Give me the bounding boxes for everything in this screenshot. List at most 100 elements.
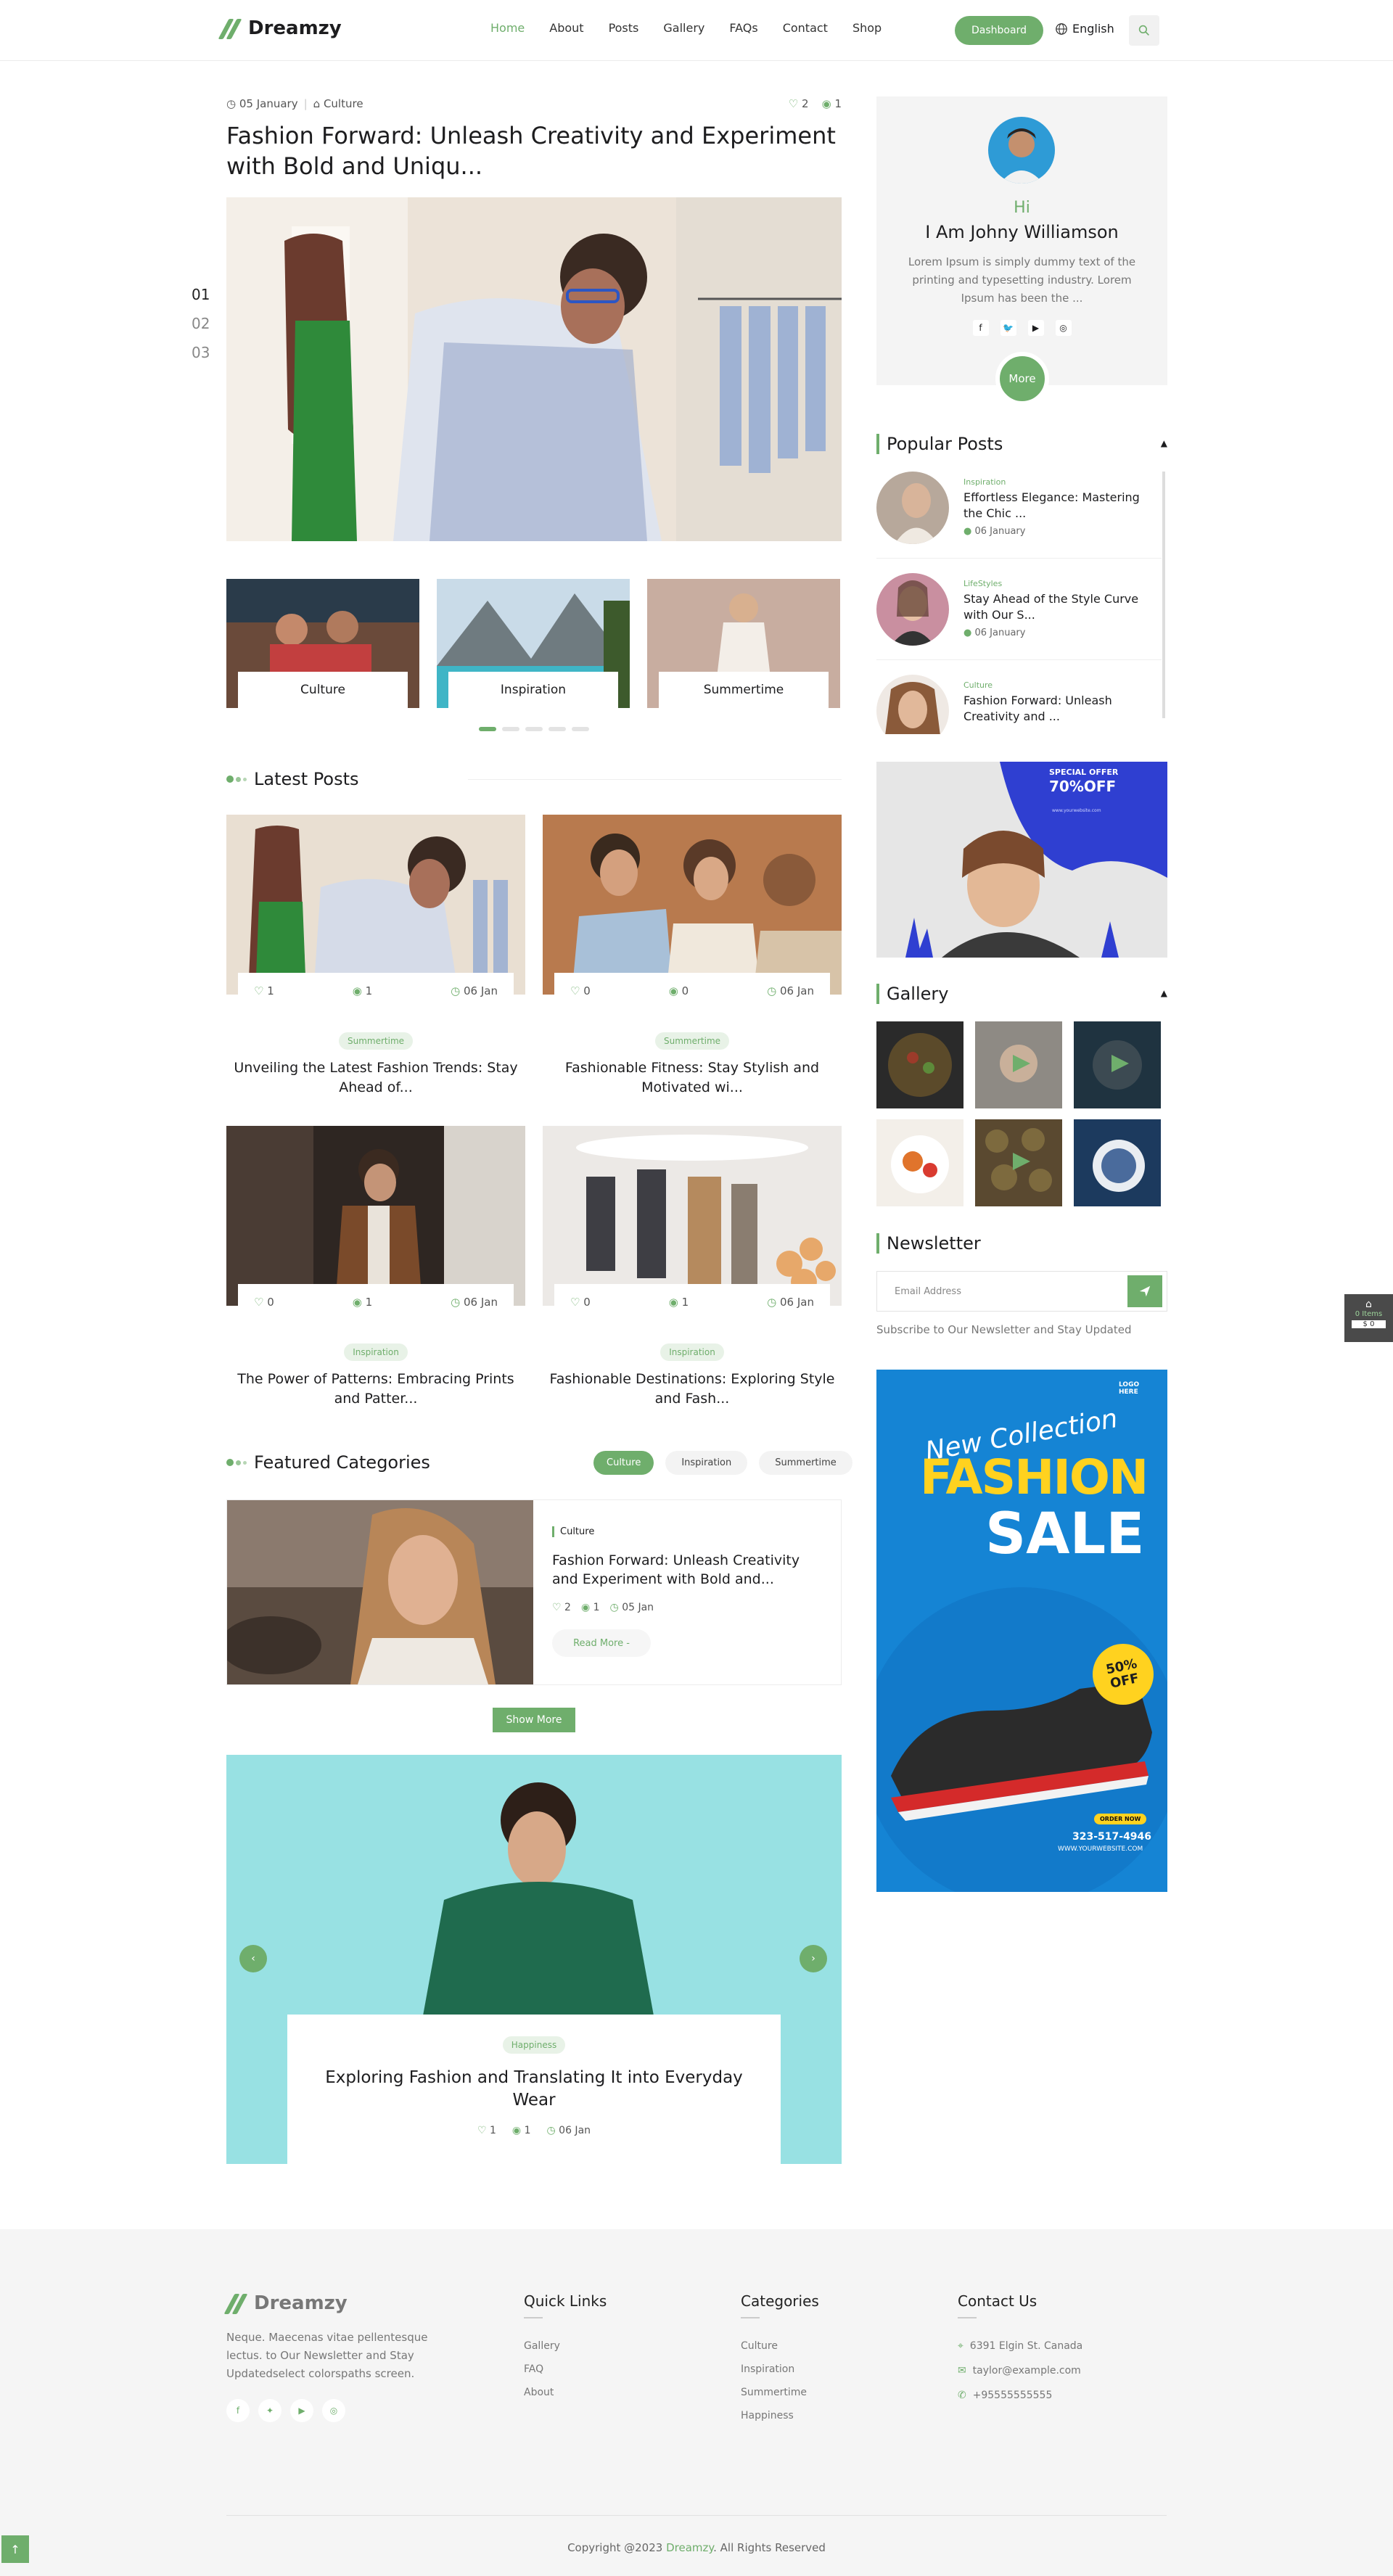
popular-post-category[interactable]: LifeStyles (963, 579, 1162, 588)
tab-culture[interactable]: Culture (593, 1451, 654, 1475)
featured-post[interactable]: Culture Fashion Forward: Unleash Creativ… (226, 1499, 842, 1685)
hero-category[interactable]: Culture (324, 97, 363, 110)
post-card[interactable]: ♡ 0 ◉ 1 ◷ 06 Jan Inspiration The Power of … (226, 1126, 525, 1407)
twitter-icon[interactable]: 🐦 (1000, 320, 1016, 336)
banner-prev-button[interactable]: ‹ (239, 1945, 267, 1972)
post-image[interactable] (226, 815, 525, 995)
banner-tag[interactable]: Happiness (502, 2036, 566, 2054)
footer-link[interactable]: FAQ (524, 2363, 607, 2375)
nav-item-faqs[interactable]: FAQs (729, 21, 757, 35)
featured-banner[interactable]: ‹ › Happiness Exploring Fashion and Tran… (226, 1755, 842, 2164)
post-tag[interactable]: Summertime (226, 1032, 525, 1050)
gallery-image[interactable] (1074, 1119, 1161, 1206)
featured-post-title[interactable]: Fashion Forward: Unleash Creativity and … (552, 1551, 828, 1589)
fashion-sale-ad[interactable]: LOGO HERE New Collection FASHION SALE 50… (876, 1370, 1167, 1892)
show-more-button[interactable]: Show More (493, 1708, 575, 1732)
floating-cart[interactable]: ⌂ 0 Items $ 0 (1344, 1294, 1393, 1342)
post-card[interactable]: ♡ 1 ◉ 1 ◷ 06 Jan Summertime Unveiling the … (226, 815, 525, 1095)
category-thumb-summertime[interactable]: Summertime (647, 579, 840, 708)
hero-title[interactable]: Fashion Forward: Unleash Creativity and … (226, 120, 842, 181)
carousel-dot[interactable] (479, 727, 496, 731)
post-title[interactable]: Fashionable Fitness: Stay Stylish and Mo… (543, 1058, 842, 1098)
popular-post-category[interactable]: Inspiration (963, 477, 1162, 487)
brand-logo[interactable]: Dreamzy (218, 17, 342, 39)
footer-link[interactable]: Gallery (524, 2340, 607, 2352)
post-tag[interactable]: Summertime (543, 1032, 842, 1050)
nav-item-shop[interactable]: Shop (852, 21, 882, 35)
newsletter-email-input[interactable]: Email Address (876, 1271, 1167, 1312)
footer-link[interactable]: Happiness (741, 2410, 819, 2421)
instagram-icon[interactable]: ◎ (322, 2399, 345, 2422)
post-card[interactable]: ♡ 0 ◉ 1 ◷ 06 Jan Inspiration Fashionable D… (543, 1126, 842, 1407)
post-card[interactable]: ♡ 0 ◉ 0 ◷ 06 Jan Summertime Fashionable Fi… (543, 815, 842, 1095)
gallery-image[interactable] (1074, 1021, 1161, 1108)
gallery-image[interactable] (975, 1021, 1062, 1108)
popular-post-title[interactable]: Stay Ahead of the Style Curve with Our S… (963, 591, 1162, 623)
footer-link[interactable]: About (524, 2387, 607, 2398)
nav-item-posts[interactable]: Posts (609, 21, 639, 35)
popular-post-image[interactable] (876, 573, 949, 646)
newsletter-submit-button[interactable] (1127, 1275, 1162, 1307)
nav-item-home[interactable]: Home (490, 21, 525, 35)
slide-number[interactable]: 01 (192, 280, 210, 309)
popular-scrollbar[interactable] (1162, 472, 1165, 718)
copyright-brand[interactable]: Dreamzy (666, 2541, 713, 2554)
nav-item-about[interactable]: About (549, 21, 583, 35)
featured-category[interactable]: Culture (552, 1526, 594, 1537)
popular-post[interactable]: Culture Fashion Forward: Unleash Creativi… (876, 675, 1162, 734)
carousel-dot[interactable] (572, 727, 589, 731)
footer-link[interactable]: Culture (741, 2340, 819, 2352)
post-tag[interactable]: Inspiration (226, 1343, 525, 1361)
nav-item-contact[interactable]: Contact (783, 21, 828, 35)
author-avatar[interactable] (988, 117, 1055, 184)
popular-post[interactable]: Inspiration Effortless Elegance: Masterin… (876, 472, 1162, 559)
footer-logo[interactable]: Dreamzy (223, 2292, 444, 2314)
tab-inspiration[interactable]: Inspiration (665, 1451, 748, 1475)
youtube-icon[interactable]: ▶ (1027, 320, 1044, 336)
author-more-button[interactable]: More (995, 352, 1049, 406)
gallery-image[interactable] (975, 1119, 1062, 1206)
category-thumb-inspiration[interactable]: Inspiration (437, 579, 630, 708)
popular-post-title[interactable]: Effortless Elegance: Mastering the Chic … (963, 490, 1162, 522)
chevron-up-icon[interactable]: ▲ (1161, 438, 1167, 448)
tab-summertime[interactable]: Summertime (759, 1451, 852, 1475)
facebook-icon[interactable]: f (226, 2399, 250, 2422)
banner-title[interactable]: Exploring Fashion and Translating It int… (309, 2067, 759, 2112)
gallery-image[interactable] (876, 1021, 963, 1108)
special-offer-ad[interactable]: SPECIAL OFFER 70%OFF www.yourwebsite.com (876, 762, 1167, 958)
search-button[interactable] (1129, 15, 1159, 46)
slide-number[interactable]: 03 (192, 338, 210, 367)
instagram-icon[interactable]: ◎ (1055, 320, 1072, 336)
carousel-dot[interactable] (525, 727, 543, 731)
popular-post-image[interactable] (876, 472, 949, 544)
contact-email[interactable]: taylor@example.com (973, 2365, 1081, 2377)
carousel-dot[interactable] (548, 727, 566, 731)
footer-link[interactable]: Inspiration (741, 2363, 819, 2375)
contact-phone[interactable]: +95555555555 (973, 2390, 1053, 2401)
popular-post-image[interactable] (876, 675, 949, 734)
read-more-button[interactable]: Read More - (552, 1629, 651, 1657)
language-selector[interactable]: English (1055, 22, 1114, 36)
post-image[interactable] (543, 815, 842, 995)
post-title[interactable]: Fashionable Destinations: Exploring Styl… (543, 1370, 842, 1409)
gallery-image[interactable] (876, 1119, 963, 1206)
dashboard-button[interactable]: Dashboard (955, 16, 1043, 45)
featured-post-image[interactable] (227, 1500, 533, 1684)
popular-post-category[interactable]: Culture (963, 680, 1162, 690)
back-to-top-button[interactable]: ↑ (1, 2535, 29, 2563)
facebook-icon[interactable]: f (972, 320, 989, 336)
post-image[interactable] (226, 1126, 525, 1306)
category-thumb-culture[interactable]: Culture (226, 579, 419, 708)
banner-next-button[interactable]: › (800, 1945, 827, 1972)
youtube-icon[interactable]: ▶ (290, 2399, 313, 2422)
slide-number[interactable]: 02 (192, 309, 210, 338)
post-title[interactable]: The Power of Patterns: Embracing Prints … (226, 1370, 525, 1409)
hero-image[interactable] (226, 197, 842, 541)
post-tag[interactable]: Inspiration (543, 1343, 842, 1361)
footer-link[interactable]: Summertime (741, 2387, 819, 2398)
popular-post[interactable]: LifeStyles Stay Ahead of the Style Curve … (876, 573, 1162, 660)
popular-post-title[interactable]: Fashion Forward: Unleash Creativity and … (963, 693, 1162, 725)
chevron-up-icon[interactable]: ▲ (1161, 988, 1167, 998)
post-image[interactable] (543, 1126, 842, 1306)
nav-item-gallery[interactable]: Gallery (663, 21, 704, 35)
